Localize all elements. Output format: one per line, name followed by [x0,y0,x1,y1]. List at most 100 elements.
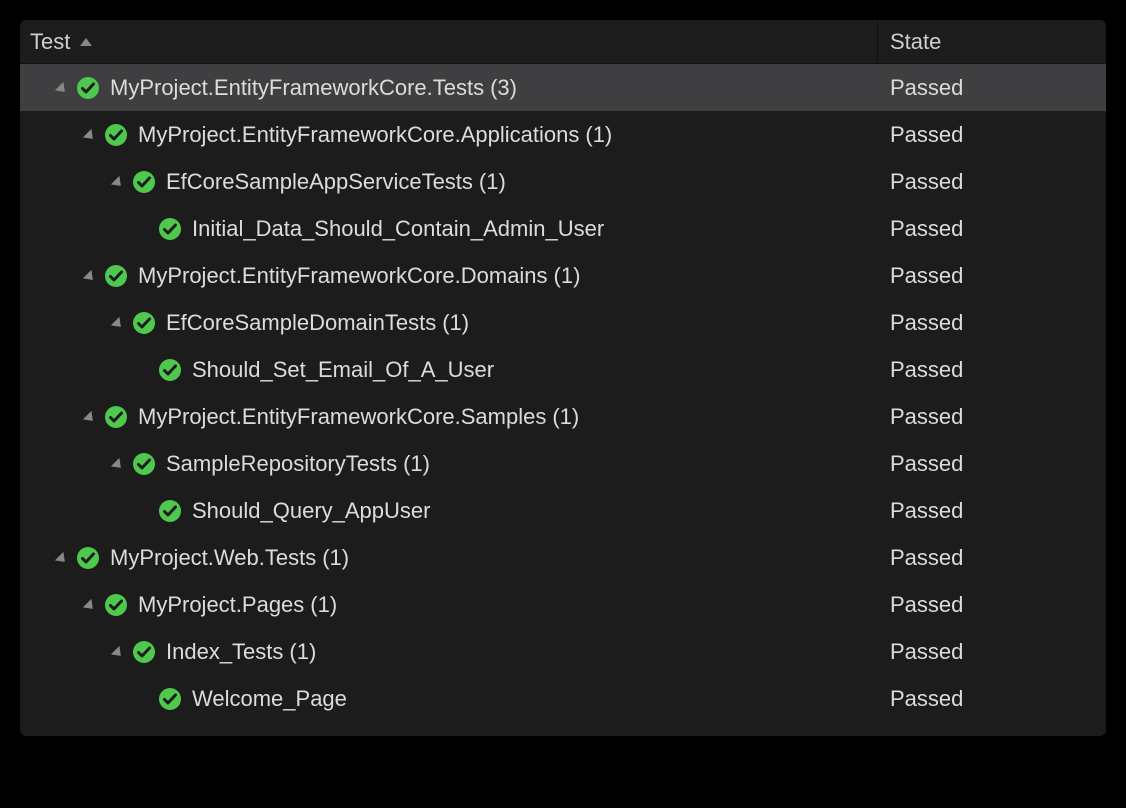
state-cell: Passed [878,75,1106,101]
sort-ascending-icon [80,38,92,46]
state-cell: Passed [878,545,1106,571]
state-cell: Passed [878,639,1106,665]
test-label: MyProject.Pages [138,592,304,618]
test-count: (3) [490,75,517,101]
status-passed-icon [76,546,100,570]
state-label: Passed [890,216,963,242]
test-cell: MyProject.Web.Tests(1) [20,534,878,581]
state-label: Passed [890,639,963,665]
test-cell: Initial_Data_Should_Contain_Admin_User [20,205,878,252]
state-cell: Passed [878,169,1106,195]
state-label: Passed [890,545,963,571]
test-row[interactable]: Should_Set_Email_Of_A_User Passed [20,346,1106,393]
test-cell: Should_Set_Email_Of_A_User [20,346,878,393]
column-header-state[interactable]: State [878,20,1106,63]
expander-icon[interactable] [55,551,69,565]
test-label: MyProject.Web.Tests [110,545,316,571]
state-cell: Passed [878,686,1106,712]
state-cell: Passed [878,592,1106,618]
test-row[interactable]: MyProject.EntityFrameworkCore.Tests(3) Pa… [20,64,1106,111]
state-label: Passed [890,122,963,148]
status-passed-icon [158,499,182,523]
test-row[interactable]: MyProject.EntityFrameworkCore.Applicatio… [20,111,1106,158]
test-row[interactable]: EfCoreSampleDomainTests(1) Passed [20,299,1106,346]
status-passed-icon [104,593,128,617]
test-label: EfCoreSampleDomainTests [166,310,436,336]
test-label: EfCoreSampleAppServiceTests [166,169,473,195]
state-label: Passed [890,592,963,618]
status-passed-icon [132,170,156,194]
state-cell: Passed [878,310,1106,336]
test-label: Welcome_Page [192,686,347,712]
state-label: Passed [890,75,963,101]
test-row[interactable]: MyProject.EntityFrameworkCore.Samples(1)… [20,393,1106,440]
status-passed-icon [76,76,100,100]
state-label: Passed [890,169,963,195]
test-cell: Index_Tests(1) [20,628,878,675]
expander-icon[interactable] [111,175,125,189]
state-cell: Passed [878,451,1106,477]
column-header-state-label: State [890,29,941,55]
test-count: (1) [310,592,337,618]
test-explorer-panel: Test State MyProject.EntityFrameworkCore… [20,20,1106,736]
expander-icon[interactable] [83,128,97,142]
expander-icon[interactable] [83,410,97,424]
expander-icon[interactable] [111,645,125,659]
expander-icon[interactable] [55,81,69,95]
test-count: (1) [322,545,349,571]
expander-icon[interactable] [111,316,125,330]
test-cell: MyProject.EntityFrameworkCore.Tests(3) [20,64,878,111]
test-cell: MyProject.Pages(1) [20,581,878,628]
state-label: Passed [890,357,963,383]
status-passed-icon [104,405,128,429]
table-header: Test State [20,20,1106,64]
test-row[interactable]: Should_Query_AppUserPassed [20,487,1106,534]
status-passed-icon [132,452,156,476]
state-cell: Passed [878,216,1106,242]
test-count: (1) [554,263,581,289]
test-cell: EfCoreSampleDomainTests(1) [20,299,878,346]
state-label: Passed [890,263,963,289]
test-tree: MyProject.EntityFrameworkCore.Tests(3) Pa… [20,64,1106,736]
test-row[interactable]: Initial_Data_Should_Contain_Admin_User Pa… [20,205,1106,252]
state-label: Passed [890,310,963,336]
expander-icon[interactable] [83,598,97,612]
state-cell: Passed [878,404,1106,430]
status-passed-icon [104,264,128,288]
test-label: MyProject.EntityFrameworkCore.Samples [138,404,546,430]
test-row[interactable]: EfCoreSampleAppServiceTests(1) Passed [20,158,1106,205]
test-cell: EfCoreSampleAppServiceTests(1) [20,158,878,205]
column-header-test[interactable]: Test [20,20,878,63]
test-row[interactable]: SampleRepositoryTests(1)Passed [20,440,1106,487]
state-label: Passed [890,404,963,430]
test-count: (1) [442,310,469,336]
test-row[interactable]: MyProject.Web.Tests(1) Passed [20,534,1106,581]
test-row[interactable]: Welcome_Page Passed [20,675,1106,722]
status-passed-icon [132,640,156,664]
test-label: Initial_Data_Should_Contain_Admin_User [192,216,604,242]
state-cell: Passed [878,122,1106,148]
test-cell: SampleRepositoryTests(1) [20,440,878,487]
test-cell: MyProject.EntityFrameworkCore.Samples(1) [20,393,878,440]
test-row[interactable]: Index_Tests(1) Passed [20,628,1106,675]
expander-icon[interactable] [111,457,125,471]
test-cell: Welcome_Page [20,675,878,722]
state-label: Passed [890,686,963,712]
test-count: (1) [289,639,316,665]
test-row[interactable]: MyProject.Pages(1) Passed [20,581,1106,628]
test-count: (1) [552,404,579,430]
status-passed-icon [158,217,182,241]
state-cell: Passed [878,498,1106,524]
test-count: (1) [479,169,506,195]
test-label: MyProject.EntityFrameworkCore.Domains [138,263,548,289]
status-passed-icon [158,687,182,711]
test-label: MyProject.EntityFrameworkCore.Tests [110,75,484,101]
test-cell: Should_Query_AppUser [20,487,878,534]
test-label: SampleRepositoryTests [166,451,397,477]
test-count: (1) [585,122,612,148]
test-row[interactable]: MyProject.EntityFrameworkCore.Domains(1)… [20,252,1106,299]
test-label: Should_Set_Email_Of_A_User [192,357,494,383]
status-passed-icon [104,123,128,147]
expander-icon[interactable] [83,269,97,283]
status-passed-icon [132,311,156,335]
